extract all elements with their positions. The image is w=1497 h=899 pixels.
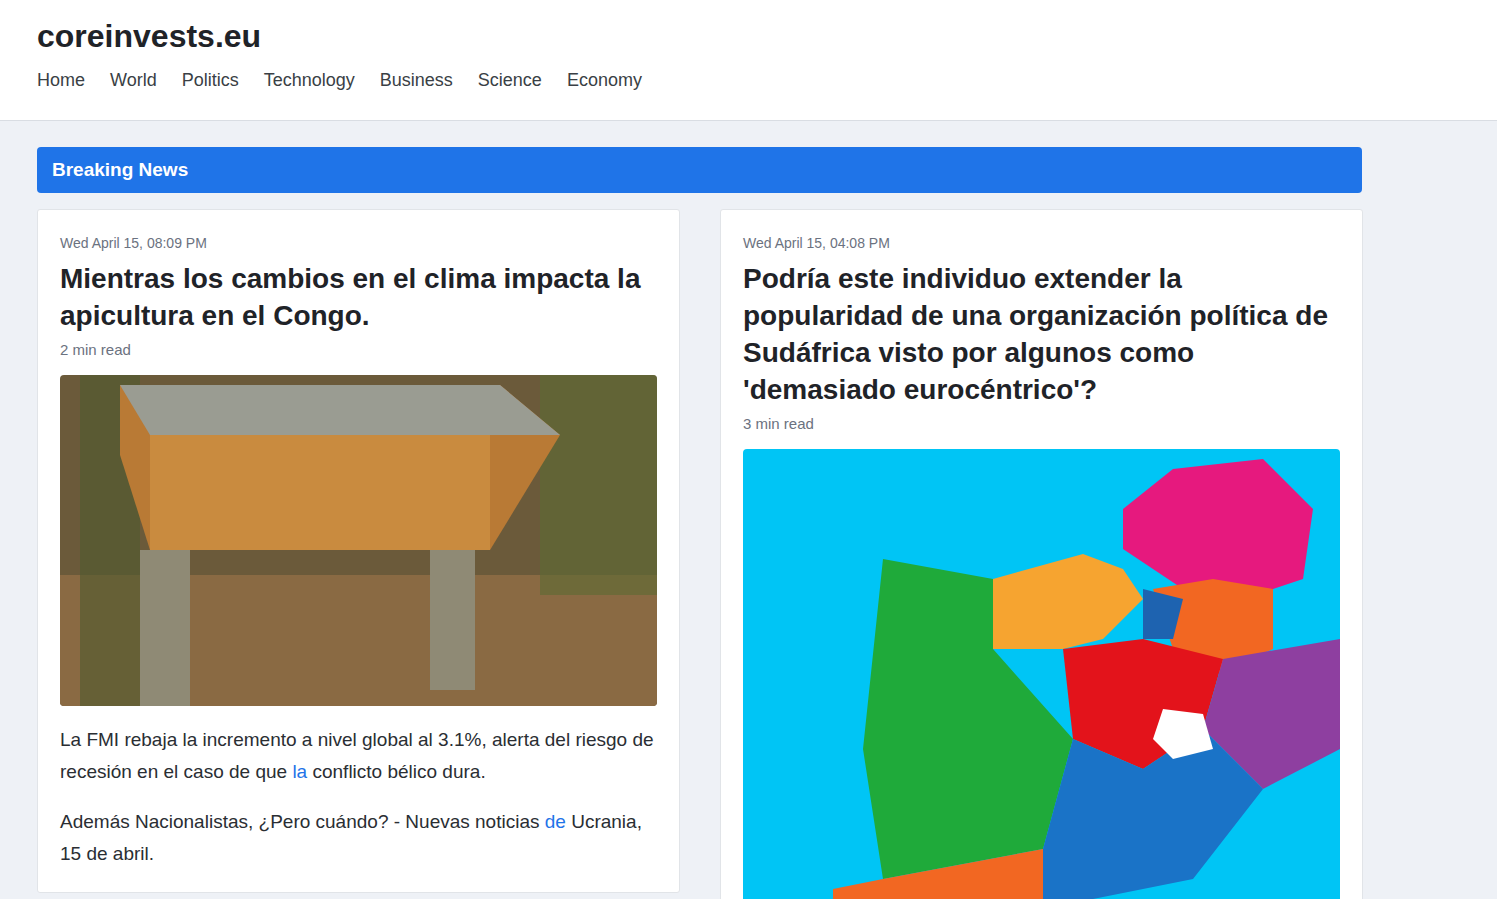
article-date: Wed April 15, 04:08 PM	[743, 234, 1340, 252]
breaking-news-banner: Breaking News	[37, 147, 1362, 193]
article-excerpt: La FMI rebaja la incremento a nivel glob…	[60, 724, 657, 788]
nav-item[interactable]: Economy	[567, 69, 642, 91]
site-header: coreinvests.eu Home World Politics Technolo…	[0, 0, 1497, 121]
read-time: 3 min read	[743, 414, 1340, 434]
nav-item[interactable]: Politics	[182, 69, 239, 91]
article-excerpt: Además Nacionalistas, ¿Pero cuándo? - Nu…	[60, 806, 657, 870]
nav-item[interactable]: Technology	[264, 69, 355, 91]
article-image[interactable]	[743, 449, 1340, 899]
site-logo[interactable]: coreinvests.eu	[37, 16, 1460, 56]
beehive-photo-icon	[60, 375, 657, 706]
map-icon	[743, 449, 1340, 899]
article-grid: Wed April 15, 08:09 PM Mientras los camb…	[37, 209, 1362, 899]
article-link[interactable]: de	[545, 811, 566, 832]
page: coreinvests.eu Home World Politics Technolo…	[0, 0, 1497, 899]
nav-item[interactable]: World	[110, 69, 157, 91]
article-card[interactable]: Wed April 15, 08:09 PM Mientras los camb…	[37, 209, 680, 893]
article-date: Wed April 15, 08:09 PM	[60, 234, 657, 252]
article-title[interactable]: Mientras los cambios en el clima impacta…	[60, 260, 657, 334]
article-title[interactable]: Podría este individuo extender la popula…	[743, 260, 1340, 408]
main-content: Breaking News Wed April 15, 08:09 PM Mie…	[0, 121, 1399, 899]
read-time: 2 min read	[60, 340, 657, 360]
article-image[interactable]	[60, 375, 657, 706]
nav-item[interactable]: Science	[478, 69, 542, 91]
excerpt-text: conflicto bélico dura.	[307, 761, 486, 782]
article-card[interactable]: Wed April 15, 04:08 PM Podría este indiv…	[720, 209, 1363, 899]
main-nav: Home World Politics Technology Business Scien…	[37, 69, 1460, 91]
nav-item[interactable]: Home	[37, 69, 85, 91]
excerpt-text: Además Nacionalistas, ¿Pero cuándo? - Nu…	[60, 811, 545, 832]
nav-item[interactable]: Business	[380, 69, 453, 91]
article-link[interactable]: la	[292, 761, 307, 782]
